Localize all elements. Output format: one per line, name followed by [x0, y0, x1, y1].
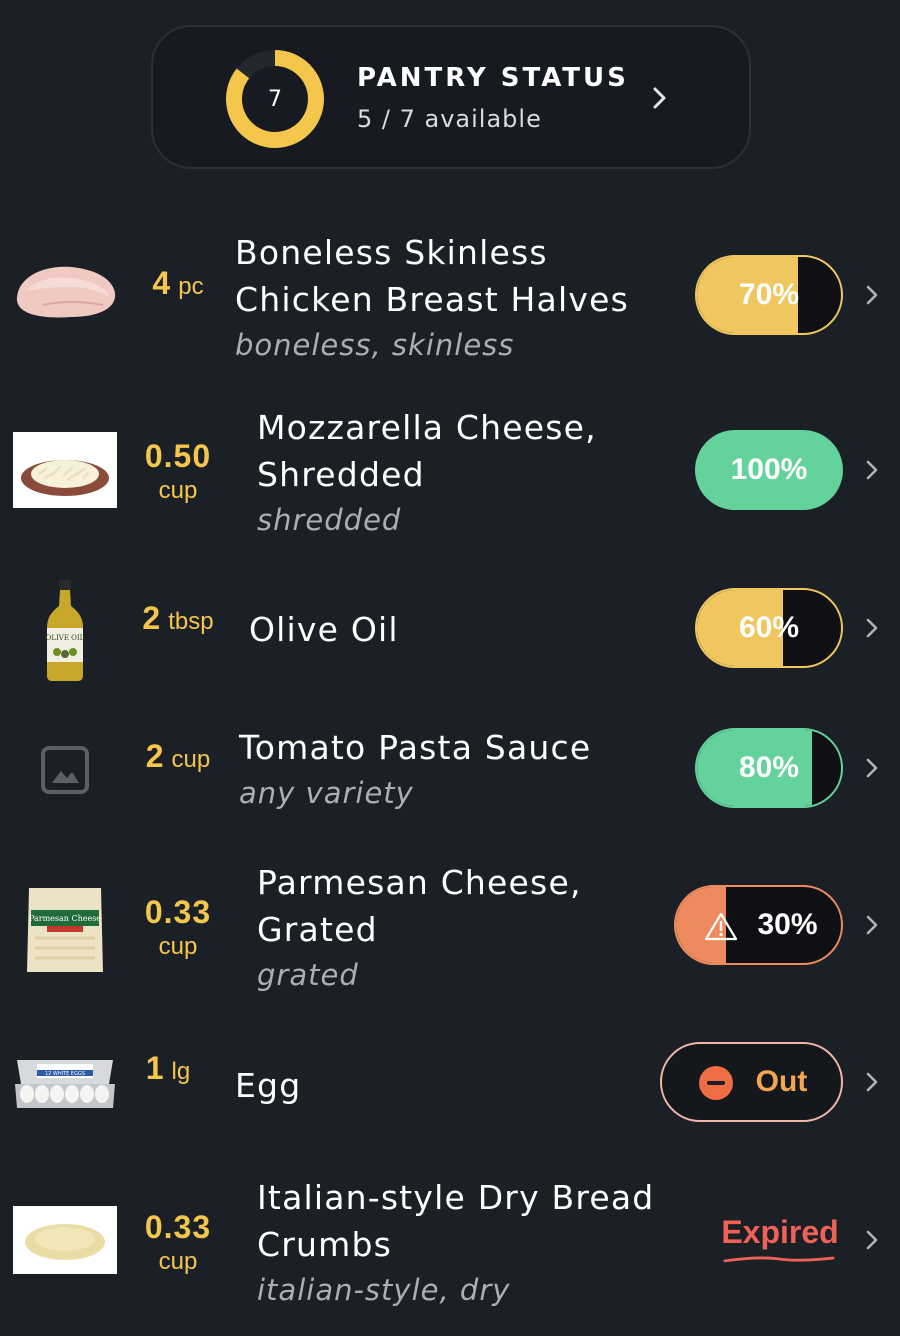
ingredient-name: Parmesan Cheese, Grated grated	[257, 859, 657, 997]
ingredient-name: Boneless Skinless Chicken Breast Halves …	[235, 229, 685, 367]
ingredient-name-text: Parmesan Cheese, Grated	[257, 863, 582, 949]
quantity: 2 cup	[118, 738, 238, 798]
bread-crumbs-image	[13, 1206, 117, 1274]
quantity-unit: cup	[158, 476, 198, 504]
ingredient-name: Italian-style Dry Bread Crumbs italian-s…	[257, 1174, 677, 1312]
ingredient-row[interactable]: OLIVE OIL 2 tbsp Olive Oil 60%	[0, 570, 900, 690]
pantry-status-card[interactable]: 7 PANTRY STATUS 5 / 7 available	[151, 25, 751, 169]
mozzarella-image	[13, 432, 117, 508]
chevron-right-icon[interactable]	[864, 617, 880, 639]
ingredient-name: Egg	[235, 1062, 535, 1109]
ingredient-row[interactable]: 12 WHITE EGGS 1 lg Egg Out	[0, 1030, 900, 1140]
quantity-value: 2	[142, 600, 162, 636]
stock-level-label: 60%	[738, 611, 800, 644]
quantity-unit: lg	[171, 1058, 191, 1085]
chevron-right-icon[interactable]	[864, 459, 880, 481]
quantity-value: 2	[145, 738, 165, 774]
ingredient-row[interactable]: 0.33 cup Italian-style Dry Bread Crumbs …	[0, 1170, 900, 1320]
expired-badge[interactable]: Expired	[715, 1214, 845, 1268]
stock-level-label: 30%	[757, 908, 818, 941]
quantity-unit: tbsp	[168, 608, 214, 635]
chevron-right-icon[interactable]	[864, 757, 880, 779]
quantity: 0.33 cup	[118, 891, 238, 963]
parmesan-image: Parmesan Cheese	[13, 880, 117, 980]
stock-level-pill[interactable]: 100%	[695, 430, 843, 510]
ingredient-row[interactable]: 0.50 cup Mozzarella Cheese, Shredded shr…	[0, 400, 900, 545]
quantity: 2 tbsp	[118, 600, 238, 660]
chevron-right-icon[interactable]	[864, 914, 880, 936]
stock-level-pill[interactable]: 30%	[674, 885, 843, 965]
ingredient-description: any variety	[239, 776, 414, 810]
quantity: 1 lg	[118, 1050, 218, 1110]
stock-level-pill[interactable]: Out	[660, 1042, 843, 1122]
quantity: 0.50 cup	[118, 435, 238, 507]
chevron-right-icon[interactable]	[864, 1071, 880, 1093]
ingredient-name-text: Boneless Skinless Chicken Breast Halves	[235, 233, 629, 319]
ingredient-description: grated	[257, 958, 359, 992]
eggs-carton-image: 12 WHITE EGGS	[13, 1045, 117, 1120]
chicken-breast-image	[13, 255, 117, 325]
ingredient-name-text: Egg	[235, 1066, 302, 1105]
ingredient-description: shredded	[257, 503, 402, 537]
ingredient-name-text: Olive Oil	[249, 610, 399, 649]
quantity-unit: cup	[171, 746, 211, 773]
ingredient-name-text: Mozzarella Cheese, Shredded	[257, 408, 597, 494]
olive-oil-image: OLIVE OIL	[13, 575, 117, 685]
stock-level-pill[interactable]: 60%	[695, 588, 843, 668]
ingredient-name-text: Italian-style Dry Bread Crumbs	[257, 1178, 655, 1264]
svg-text:Parmesan Cheese: Parmesan Cheese	[29, 914, 101, 923]
quantity-unit: cup	[158, 1247, 198, 1275]
ingredient-name: Mozzarella Cheese, Shredded shredded	[257, 404, 677, 542]
stock-level-label: Out	[755, 1065, 808, 1098]
expired-underline	[723, 1256, 835, 1263]
quantity-value: 0.33	[144, 893, 212, 930]
stock-level-pill[interactable]: 70%	[695, 255, 843, 335]
svg-text:12 WHITE EGGS: 12 WHITE EGGS	[45, 1071, 85, 1077]
ingredient-row[interactable]: 4 pc Boneless Skinless Chicken Breast Ha…	[0, 225, 900, 370]
chevron-right-icon[interactable]	[864, 1229, 880, 1251]
quantity: 4 pc	[118, 265, 238, 325]
ingredient-row[interactable]: Parmesan Cheese 0.33 cup Parmesan Cheese…	[0, 855, 900, 1000]
pantry-status-count: 7	[268, 86, 282, 112]
stock-level-label: 70%	[738, 278, 800, 311]
stock-level-label: 80%	[738, 751, 800, 784]
warning-icon	[704, 912, 738, 941]
image-placeholder-icon	[13, 740, 117, 800]
quantity-value: 0.50	[144, 437, 212, 474]
expired-label: Expired	[721, 1214, 839, 1250]
ingredient-name: Olive Oil	[249, 606, 669, 653]
quantity: 0.33 cup	[118, 1206, 238, 1278]
quantity-value: 1	[145, 1050, 165, 1086]
ingredient-row[interactable]: 2 cup Tomato Pasta Sauce any variety 80%	[0, 720, 900, 830]
stock-level-label: 100%	[730, 453, 808, 486]
svg-text:OLIVE OIL: OLIVE OIL	[46, 634, 85, 642]
ingredient-description: italian-style, dry	[257, 1273, 511, 1307]
stock-level-pill[interactable]: 80%	[695, 728, 843, 808]
quantity-value: 4	[152, 265, 172, 301]
chevron-right-icon[interactable]	[864, 284, 880, 306]
quantity-value: 0.33	[144, 1208, 212, 1245]
chevron-right-icon	[653, 87, 666, 109]
ingredient-description: boneless, skinless	[235, 328, 515, 362]
pantry-status-available: 5 / 7 available	[357, 105, 542, 133]
quantity-unit: pc	[178, 273, 204, 300]
pantry-status-title: PANTRY STATUS	[357, 63, 629, 93]
ingredient-name: Tomato Pasta Sauce any variety	[239, 724, 679, 815]
ingredient-name-text: Tomato Pasta Sauce	[239, 728, 592, 767]
quantity-unit: cup	[158, 932, 198, 960]
